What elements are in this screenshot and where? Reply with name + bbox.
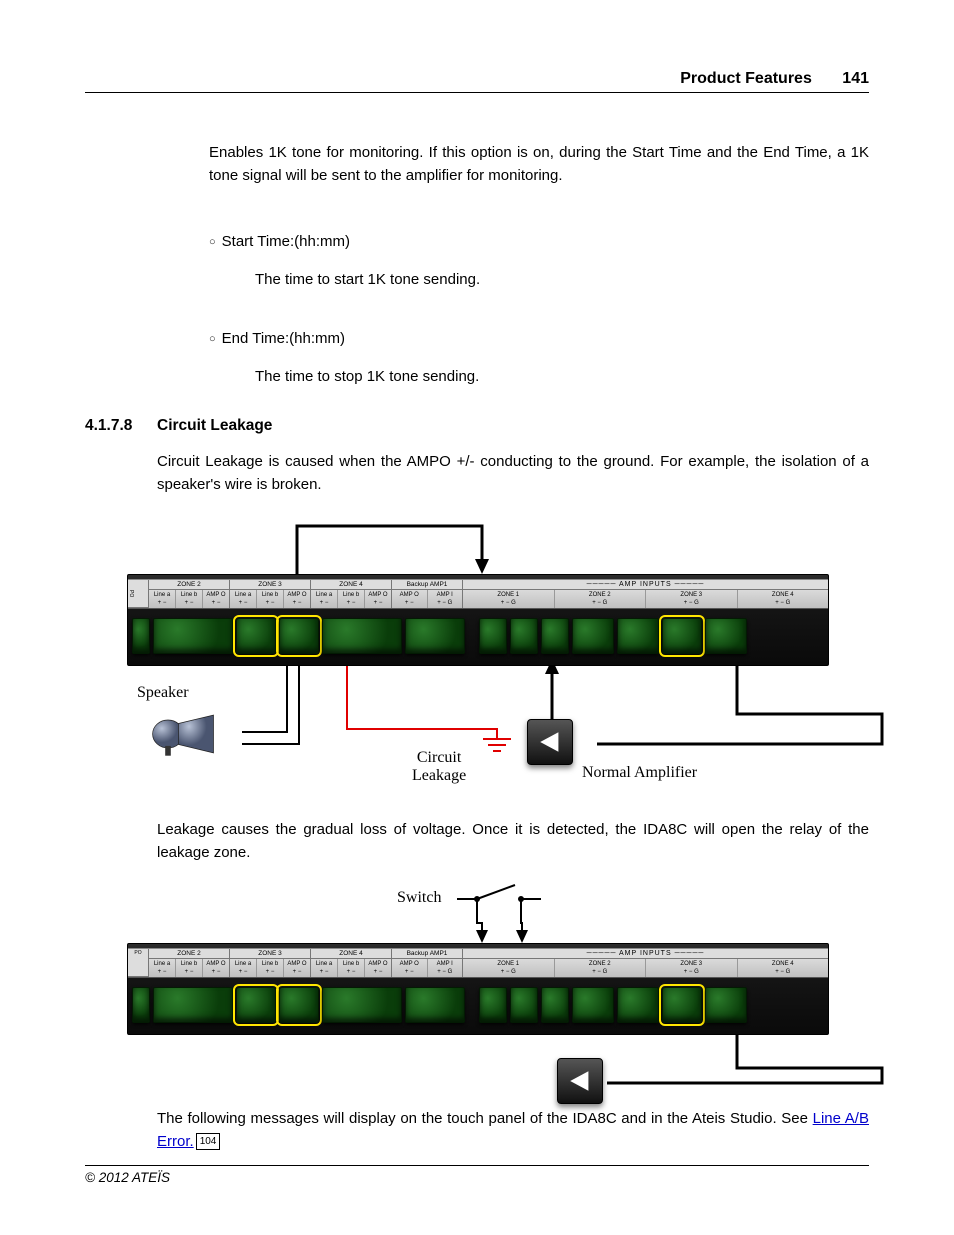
- highlighted-terminal: [662, 618, 702, 654]
- header-section-title: Product Features: [680, 70, 812, 88]
- see-link-paragraph: The following messages will display on t…: [157, 1107, 869, 1154]
- circuit-leakage-diagram-2: Switch PO ZONE 2 Line a+ −Line b+ −AMP O…: [127, 883, 827, 1093]
- amp-inputs-title: AMP INPUTS: [619, 581, 672, 588]
- para3-lead: The following messages will display on t…: [157, 1110, 813, 1127]
- start-time-desc: The time to start 1K tone sending.: [255, 268, 869, 291]
- page-footer: © 2012 ATEÏS: [85, 1165, 869, 1185]
- section-heading: 4.1.7.8 Circuit Leakage: [85, 417, 869, 435]
- amplifier-icon: [557, 1058, 603, 1104]
- speaker-icon: [147, 709, 217, 759]
- page-header: Product Features 141: [85, 70, 869, 93]
- rear-panel-strip: PO ZONE 2 Line a+ −Line b+ −AMP O+ − ZON…: [127, 574, 829, 666]
- zone-label: ZONE 4: [311, 949, 391, 959]
- section-title: Circuit Leakage: [157, 417, 272, 435]
- end-time-label: End Time:(hh:mm): [222, 330, 345, 347]
- start-time-label: Start Time:(hh:mm): [222, 233, 350, 250]
- circuit-leakage-diagram-1: PO ZONE 2 Line a+ −Line b+ −AMP O+ − ZON…: [127, 514, 827, 804]
- tone-monitoring-paragraph: Enables 1K tone for monitoring. If this …: [209, 141, 869, 188]
- zone-label: ZONE 2: [149, 580, 229, 590]
- switch-label: Switch: [397, 889, 441, 907]
- highlighted-terminal: [662, 987, 702, 1023]
- backup-amp-label: Backup AMP1: [392, 949, 462, 959]
- header-page-number: 141: [842, 70, 869, 88]
- start-time-item: ○ Start Time:(hh:mm): [209, 230, 869, 253]
- zone-label: ZONE 2: [149, 949, 229, 959]
- circuit-leakage-label: Circuit Leakage: [412, 749, 466, 785]
- rear-panel-strip: PO ZONE 2 Line a+ −Line b+ −AMP O+ − ZON…: [127, 943, 829, 1035]
- zone-label: ZONE 3: [230, 580, 310, 590]
- connector-row: [128, 609, 828, 663]
- connector-row: [128, 978, 828, 1032]
- highlighted-terminal: [236, 618, 276, 654]
- page-ref-box: 104: [196, 1133, 221, 1151]
- normal-amplifier-label: Normal Amplifier: [582, 764, 697, 782]
- leakage-effect-paragraph: Leakage causes the gradual loss of volta…: [157, 818, 869, 865]
- section-number: 4.1.7.8: [85, 417, 157, 435]
- end-time-item: ○ End Time:(hh:mm): [209, 327, 869, 350]
- zone-label: ZONE 3: [230, 949, 310, 959]
- amp-inputs-title: AMP INPUTS: [619, 950, 672, 957]
- highlighted-terminal: [279, 618, 319, 654]
- highlighted-terminal: [236, 987, 276, 1023]
- amplifier-icon: [527, 719, 573, 765]
- backup-amp-label: Backup AMP1: [392, 580, 462, 590]
- circuit-leakage-intro: Circuit Leakage is caused when the AMPO …: [157, 450, 869, 497]
- panel-label-strip: PO ZONE 2 Line a+ −Line b+ −AMP O+ − ZON…: [128, 948, 828, 978]
- highlighted-terminal: [279, 987, 319, 1023]
- panel-label-strip: PO ZONE 2 Line a+ −Line b+ −AMP O+ − ZON…: [128, 579, 828, 609]
- zone-label: ZONE 4: [311, 580, 391, 590]
- bullet-icon: ○: [209, 236, 216, 248]
- copyright-text: © 2012 ATEÏS: [85, 1170, 170, 1185]
- bullet-icon: ○: [209, 333, 216, 345]
- end-time-desc: The time to stop 1K tone sending.: [255, 365, 869, 388]
- speaker-label: Speaker: [137, 684, 189, 702]
